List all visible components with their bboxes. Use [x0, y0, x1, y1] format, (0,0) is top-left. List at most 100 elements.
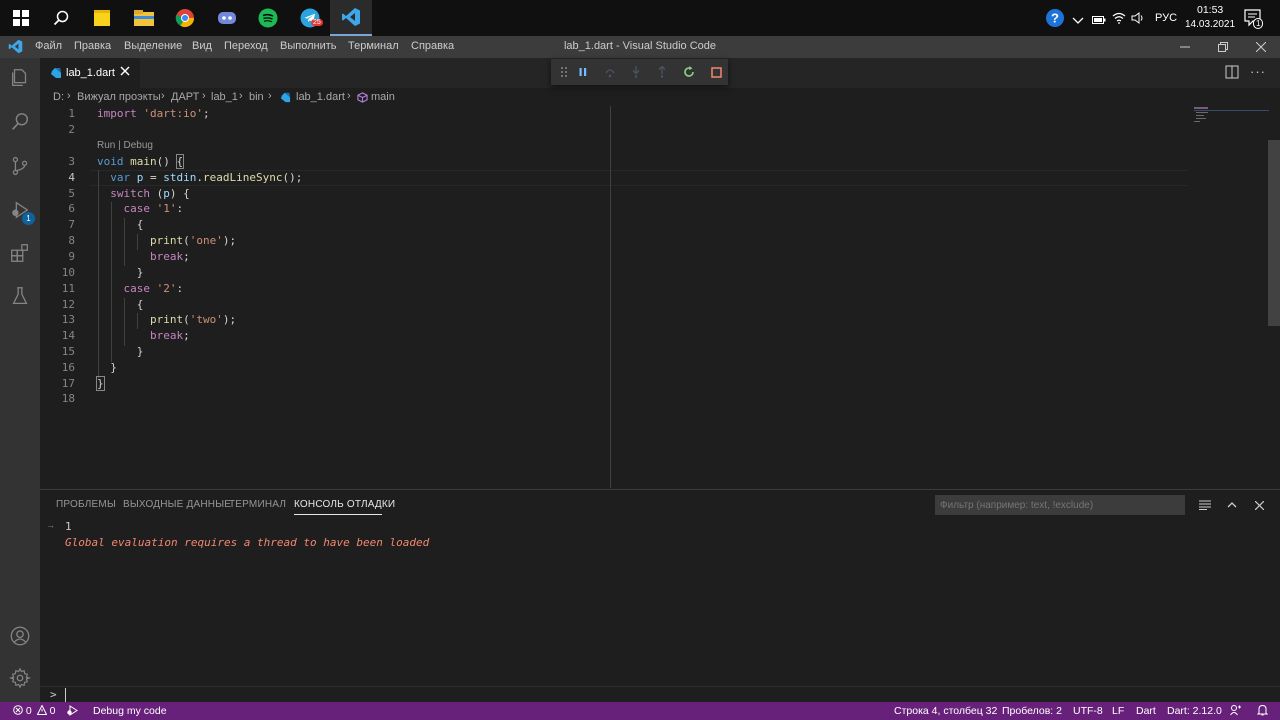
tab-problems[interactable]: ПРОБЛЕМЫ: [56, 499, 116, 510]
clock-time[interactable]: 01:53: [1197, 4, 1223, 16]
svg-text:?: ?: [1051, 11, 1059, 26]
restore-button[interactable]: [1204, 36, 1242, 58]
sticky-notes-icon[interactable]: [81, 0, 123, 36]
tab-output[interactable]: ВЫХОДНЫЕ ДАННЫЕ: [123, 499, 231, 510]
debug-toolbar: [551, 59, 728, 85]
language-mode[interactable]: Dart: [1136, 705, 1156, 717]
minimize-button[interactable]: [1166, 36, 1204, 58]
settings-gear-icon[interactable]: [0, 658, 40, 698]
windows-taskbar: 25 ? РУС 01:53 14.03.2021 1: [0, 0, 1280, 36]
text-cursor: [65, 688, 66, 702]
line-number: 1: [68, 107, 75, 120]
chevron-right-icon: ›: [161, 90, 165, 102]
debug-status-icon[interactable]: [66, 705, 78, 719]
breadcrumb-folder-bin[interactable]: bin: [249, 91, 264, 103]
discord-icon[interactable]: [206, 0, 248, 36]
notifications-bell-icon[interactable]: [1256, 704, 1269, 719]
title-bar: Файл Правка Выделение Вид Переход Выполн…: [0, 36, 1280, 58]
speaker-icon[interactable]: [1131, 11, 1145, 29]
line-number: 15: [61, 345, 75, 358]
breadcrumb-file[interactable]: lab_1.dart: [296, 91, 345, 103]
restart-button[interactable]: [678, 62, 700, 82]
telegram-icon[interactable]: 25: [289, 0, 331, 36]
breadcrumb-symbol[interactable]: main: [371, 91, 395, 103]
line-number-current: 4: [68, 171, 75, 184]
editor-scrollbar[interactable]: [1268, 140, 1280, 326]
search-sidebar-icon[interactable]: [0, 102, 40, 142]
cursor-position[interactable]: Строка 4, столбец 32: [894, 705, 997, 717]
code-line: break;: [149, 250, 190, 263]
notification-center-icon[interactable]: 1: [1244, 9, 1264, 32]
spotify-icon[interactable]: [247, 0, 289, 36]
close-window-button[interactable]: [1242, 36, 1280, 58]
code-line: {: [97, 298, 144, 311]
explorer-icon[interactable]: [0, 58, 40, 98]
tab-debug-console[interactable]: КОНСОЛЬ ОТЛАДКИ: [294, 499, 395, 510]
breadcrumb: D: › Вижуал проэкты › ДАРТ › lab_1 › bin…: [40, 88, 1280, 106]
tab-terminal[interactable]: ТЕРМИНАЛ: [229, 499, 286, 510]
breadcrumb-drive[interactable]: D:: [53, 91, 64, 103]
maximize-panel-icon[interactable]: [1222, 495, 1242, 515]
indentation-status[interactable]: Пробелов: 2: [1002, 705, 1062, 717]
chrome-icon[interactable]: [164, 0, 206, 36]
search-icon[interactable]: [40, 0, 82, 36]
console-output-line: 1: [65, 520, 72, 533]
clock-date[interactable]: 14.03.2021: [1185, 19, 1235, 30]
code-line: }: [97, 345, 144, 358]
line-number: 6: [68, 202, 75, 215]
editor-ruler: [610, 106, 611, 488]
close-panel-icon[interactable]: [1249, 495, 1269, 515]
warning-count: 0: [49, 705, 56, 717]
code-editor[interactable]: 1 2 3 4 5 6 7 8 9 10 11 12 13 14 15 16 1…: [40, 106, 1280, 488]
step-out-button[interactable]: [651, 62, 673, 82]
battery-icon[interactable]: [1092, 12, 1106, 30]
error-count: 0: [25, 705, 32, 717]
problems-status[interactable]: 0 0: [13, 704, 56, 717]
split-editor-icon[interactable]: [1225, 65, 1239, 84]
vscode-taskbar-icon[interactable]: [330, 0, 372, 36]
file-explorer-icon[interactable]: [123, 0, 165, 36]
debug-badge: 1: [22, 212, 35, 225]
line-number: 9: [68, 250, 75, 263]
run-debug-icon[interactable]: 1: [0, 190, 40, 230]
help-icon[interactable]: ?: [1045, 8, 1065, 33]
more-actions-icon[interactable]: ···: [1250, 64, 1266, 79]
windows-start-icon[interactable]: [0, 0, 42, 36]
encoding-status[interactable]: UTF-8: [1073, 705, 1103, 717]
code-line: print('two');: [149, 313, 237, 326]
tab-label: lab_1.dart: [66, 67, 115, 79]
feedback-icon[interactable]: [1230, 704, 1242, 719]
stop-button[interactable]: [705, 62, 727, 82]
code-line: }: [97, 361, 117, 374]
close-tab-icon[interactable]: [120, 66, 130, 79]
collapse-all-icon[interactable]: [1195, 495, 1215, 515]
function-symbol-icon: [357, 92, 368, 106]
debug-config-label[interactable]: Debug my code: [93, 705, 167, 717]
extensions-icon[interactable]: [0, 233, 40, 273]
pause-button[interactable]: [572, 62, 594, 82]
testing-flask-icon[interactable]: [0, 276, 40, 316]
run-debug-codelens[interactable]: Run | Debug: [97, 140, 153, 151]
debug-console-input[interactable]: >: [40, 686, 1280, 703]
debug-console-filter-input[interactable]: [935, 495, 1185, 515]
minimap[interactable]: [1190, 106, 1270, 488]
account-icon[interactable]: [0, 616, 40, 656]
language-indicator[interactable]: РУС: [1155, 12, 1177, 24]
breadcrumb-folder-projects[interactable]: Вижуал проэкты: [77, 91, 161, 103]
breadcrumb-folder-dart[interactable]: ДАРТ: [171, 91, 199, 103]
chevron-up-icon[interactable]: [1072, 12, 1084, 30]
dart-sdk-version[interactable]: Dart: 2.12.0: [1167, 705, 1222, 717]
breadcrumb-folder-lab1[interactable]: lab_1: [211, 91, 238, 103]
step-over-button[interactable]: [599, 62, 621, 82]
line-number: 16: [61, 361, 75, 374]
chevron-right-icon: ›: [347, 90, 351, 102]
error-icon: [13, 705, 23, 715]
code-line: {: [97, 218, 144, 231]
tab-lab1-dart[interactable]: lab_1.dart: [40, 58, 140, 88]
code-line: switch (p) {: [110, 187, 190, 200]
line-number: 3: [68, 155, 75, 168]
source-control-icon[interactable]: [0, 146, 40, 186]
eol-status[interactable]: LF: [1112, 705, 1124, 717]
wifi-icon[interactable]: [1112, 11, 1126, 29]
step-into-button[interactable]: [625, 62, 647, 82]
